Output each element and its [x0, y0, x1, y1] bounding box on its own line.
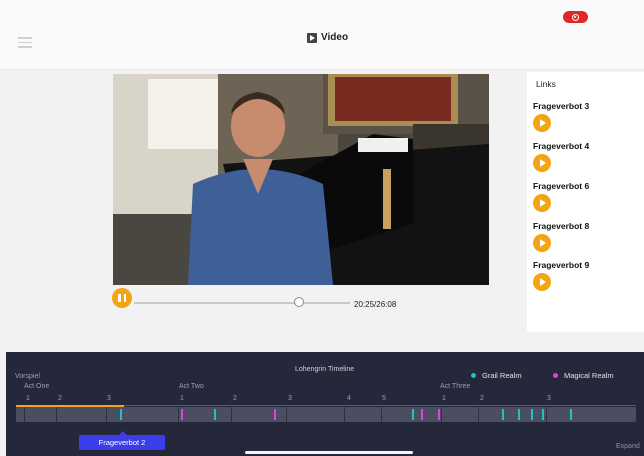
- grail-marker[interactable]: [214, 409, 216, 420]
- grail-marker[interactable]: [570, 409, 572, 420]
- screen-record-indicator[interactable]: [563, 11, 588, 23]
- scene-number: 4: [347, 395, 351, 402]
- pause-button[interactable]: [112, 288, 132, 308]
- segment-divider: [286, 407, 287, 422]
- scene-number: 3: [107, 395, 111, 402]
- seek-bar[interactable]: [134, 302, 350, 304]
- link-item: Frageverbot 6: [533, 181, 589, 212]
- scene-number: 2: [233, 395, 237, 402]
- video-frame[interactable]: [113, 74, 489, 285]
- magical-marker[interactable]: [421, 409, 423, 420]
- link-play-button[interactable]: [533, 194, 551, 212]
- link-play-button[interactable]: [533, 114, 551, 132]
- magical-marker[interactable]: [438, 409, 440, 420]
- link-play-button[interactable]: [533, 273, 551, 291]
- link-play-button[interactable]: [533, 154, 551, 172]
- act-label: Act One: [24, 383, 50, 390]
- link-item: Frageverbot 3: [533, 101, 589, 132]
- scene-number: 3: [547, 395, 551, 402]
- segment-divider: [441, 407, 442, 422]
- grail-marker[interactable]: [502, 409, 504, 420]
- grail-marker[interactable]: [120, 409, 122, 420]
- top-bar: Video: [0, 0, 644, 70]
- link-label: Frageverbot 9: [533, 260, 590, 270]
- segment-divider: [231, 407, 232, 422]
- link-label: Frageverbot 3: [533, 101, 590, 111]
- link-label: Frageverbot 4: [533, 141, 590, 151]
- scene-number: 3: [288, 395, 292, 402]
- pause-icon: [118, 294, 121, 302]
- legend-label: Magical Realm: [564, 371, 614, 380]
- grail-marker[interactable]: [412, 409, 414, 420]
- links-heading: Links: [536, 79, 556, 89]
- link-play-button[interactable]: [533, 234, 551, 252]
- page-title-text: Video: [321, 32, 349, 43]
- legend-magical: Magical Realm: [553, 371, 614, 380]
- magical-dot-icon: [553, 373, 558, 378]
- expand-button[interactable]: Expand: [616, 443, 640, 450]
- link-item: Frageverbot 4: [533, 141, 589, 172]
- segment-divider: [381, 407, 382, 422]
- playback-time: 20:25/26:08: [354, 300, 397, 309]
- grail-dot-icon: [471, 373, 476, 378]
- link-item: Frageverbot 8: [533, 221, 589, 252]
- magical-marker[interactable]: [274, 409, 276, 420]
- segment-divider: [106, 407, 107, 422]
- segment-divider: [56, 407, 57, 422]
- segment-divider: [344, 407, 345, 422]
- scene-number: 5: [382, 395, 386, 402]
- grail-marker[interactable]: [518, 409, 520, 420]
- magical-marker[interactable]: [181, 409, 183, 420]
- seek-handle[interactable]: [294, 297, 304, 307]
- segment-divider: [546, 407, 547, 422]
- video-icon: [307, 32, 317, 43]
- home-indicator[interactable]: [245, 451, 413, 454]
- scene-number: 1: [180, 395, 184, 402]
- pause-icon-bar: [123, 294, 126, 302]
- act-label: Act Three: [440, 383, 471, 390]
- player-controls: 20:25/26:08: [112, 288, 502, 309]
- legend-label: Grail Realm: [482, 371, 522, 380]
- vorspiel-label: Vorspiel: [15, 373, 40, 380]
- link-label: Frageverbot 6: [533, 181, 590, 191]
- segment-divider: [178, 407, 179, 422]
- segment-divider: [24, 407, 25, 422]
- record-icon: [572, 13, 579, 21]
- segment-divider: [478, 407, 479, 422]
- current-marker-tag[interactable]: Frageverbot 2: [79, 431, 165, 450]
- video-image: [113, 74, 489, 285]
- grail-marker[interactable]: [542, 409, 544, 420]
- links-panel: Links Frageverbot 3 Frageverbot 4 Fragev…: [527, 72, 644, 332]
- timeline-panel: Lohengrin Timeline Grail Realm Magical R…: [6, 352, 644, 456]
- scene-number: 1: [26, 395, 30, 402]
- scene-number: 1: [442, 395, 446, 402]
- link-label: Frageverbot 8: [533, 221, 590, 231]
- link-item: Frageverbot 9: [533, 260, 589, 291]
- scene-number: 2: [58, 395, 62, 402]
- act-label: Act Two: [179, 383, 204, 390]
- legend-grail: Grail Realm: [471, 371, 522, 380]
- page-title: Video: [307, 32, 348, 43]
- timeline-bar[interactable]: [16, 407, 636, 422]
- grail-marker[interactable]: [531, 409, 533, 420]
- scene-number: 2: [480, 395, 484, 402]
- menu-icon[interactable]: [18, 37, 32, 48]
- timeline-title: Lohengrin Timeline: [295, 366, 355, 373]
